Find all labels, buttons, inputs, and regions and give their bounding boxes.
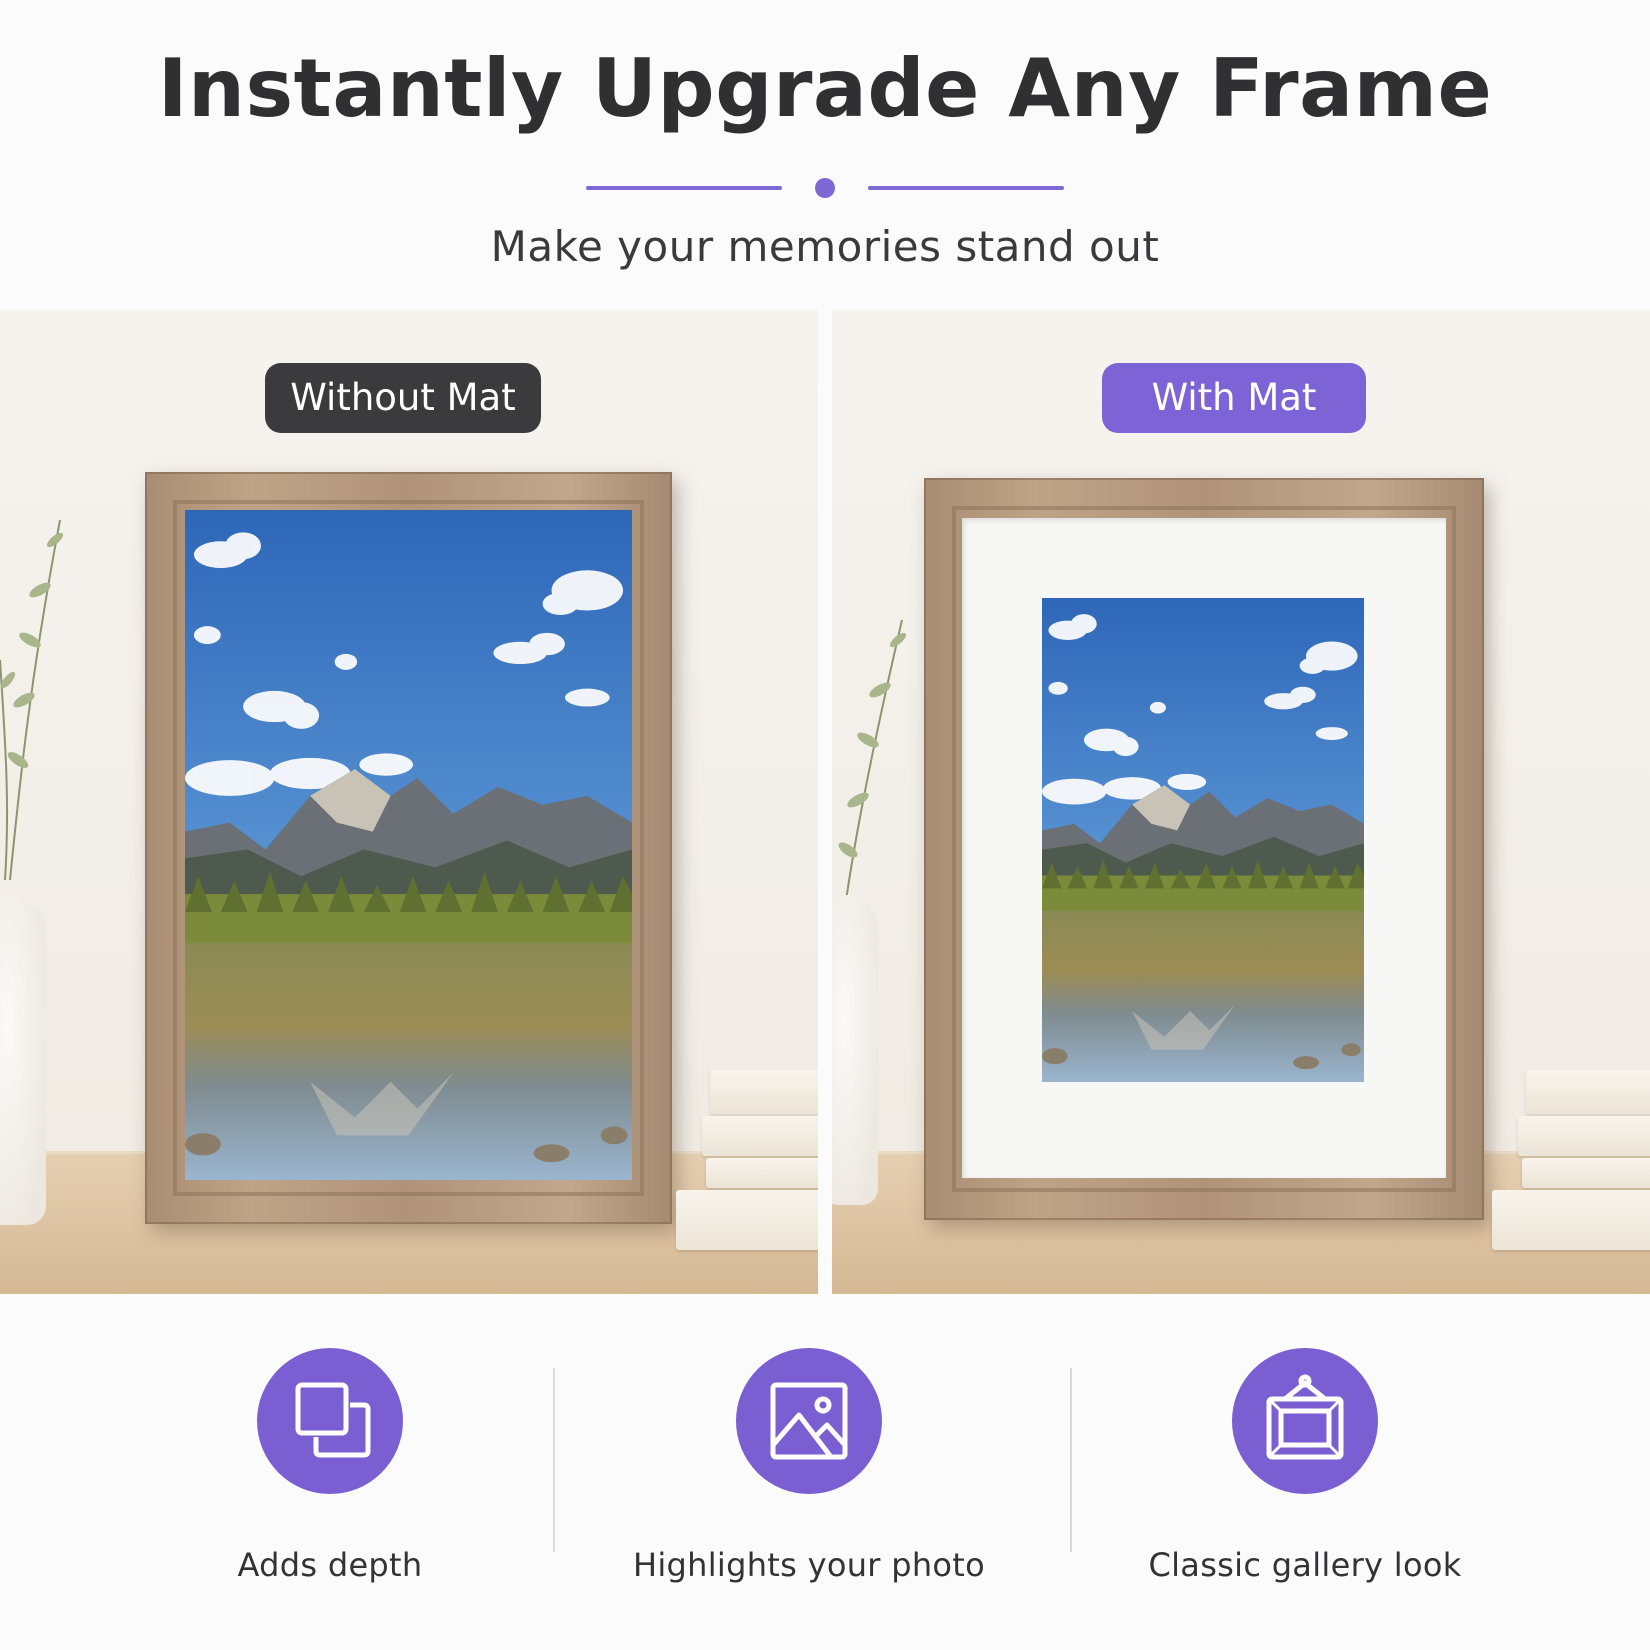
feature-divider: [1070, 1368, 1072, 1552]
hanging-frame-icon: [1232, 1348, 1378, 1494]
title-divider: [0, 178, 1650, 198]
feature-label: Highlights your photo: [632, 1546, 986, 1584]
page-title: Instantly Upgrade Any Frame: [157, 42, 1493, 135]
landscape-photo: [185, 510, 632, 1180]
feature-adds-depth: Adds depth: [130, 1348, 530, 1584]
photo-mat: [962, 518, 1446, 1178]
image-icon: [736, 1348, 882, 1494]
layered-squares-icon: [257, 1348, 403, 1494]
feature-divider: [553, 1368, 555, 1552]
plant-icon: [0, 519, 64, 880]
feature-label: Classic gallery look: [1148, 1546, 1462, 1584]
plant-icon: [838, 619, 907, 930]
vase: [0, 895, 46, 1225]
landscape-photo: [1042, 598, 1364, 1082]
picture-frame-with-mat: [924, 478, 1484, 1220]
page-subtitle: Make your memories stand out: [490, 222, 1160, 271]
comparison-panel-without-mat: Without Mat: [0, 310, 818, 1294]
without-mat-badge: Without Mat: [265, 363, 541, 433]
comparison-panel-with-mat: With Mat: [832, 310, 1650, 1294]
feature-gallery-look: Classic gallery look: [1105, 1348, 1505, 1584]
with-mat-badge: With Mat: [1102, 363, 1366, 433]
book-stack: [1492, 1070, 1650, 1260]
feature-highlights-photo: Highlights your photo: [609, 1348, 1009, 1584]
feature-label: Adds depth: [237, 1546, 423, 1584]
picture-frame-without-mat: [145, 472, 672, 1224]
vase: [832, 895, 878, 1205]
book-stack: [676, 1070, 818, 1260]
